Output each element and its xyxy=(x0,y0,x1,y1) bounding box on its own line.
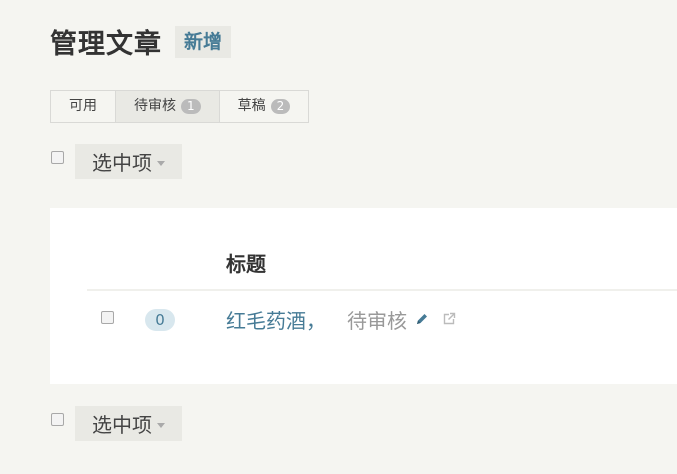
posts-table: 标题 0 红毛药酒， 待审核 xyxy=(50,208,677,384)
status-tabs: 可用 待审核 1 草稿 2 xyxy=(50,90,310,123)
comment-count-badge[interactable]: 0 xyxy=(145,309,175,331)
bulk-action-dropdown-top[interactable]: 选中项 xyxy=(75,144,182,179)
post-status: 待审核 xyxy=(347,309,407,333)
external-link-icon[interactable] xyxy=(442,312,456,326)
tab-pending[interactable]: 待审核 1 xyxy=(116,91,220,122)
caret-down-icon xyxy=(157,422,165,428)
tab-label: 待审核 xyxy=(134,98,176,114)
bulk-action-label: 选中项 xyxy=(92,151,152,175)
add-new-button[interactable]: 新增 xyxy=(175,26,232,58)
tab-drafts[interactable]: 草稿 2 xyxy=(220,91,309,122)
tab-label: 可用 xyxy=(69,98,97,114)
page-title: 管理文章 xyxy=(50,29,162,60)
caret-down-icon xyxy=(157,160,165,166)
count-badge: 1 xyxy=(181,99,201,114)
bulk-action-dropdown-bottom[interactable]: 选中项 xyxy=(75,406,182,441)
select-all-checkbox-top[interactable] xyxy=(51,151,64,164)
post-title-link[interactable]: 红毛药酒， xyxy=(226,305,326,334)
divider xyxy=(87,289,677,291)
select-all-checkbox-bottom[interactable] xyxy=(51,413,64,426)
row-checkbox[interactable] xyxy=(101,311,114,324)
count-badge: 2 xyxy=(270,99,291,114)
tab-available[interactable]: 可用 xyxy=(51,91,116,122)
bulk-action-label: 选中项 xyxy=(92,413,152,437)
pencil-icon[interactable] xyxy=(415,312,429,326)
tab-label: 草稿 xyxy=(237,98,266,114)
column-header-title: 标题 xyxy=(226,252,266,276)
